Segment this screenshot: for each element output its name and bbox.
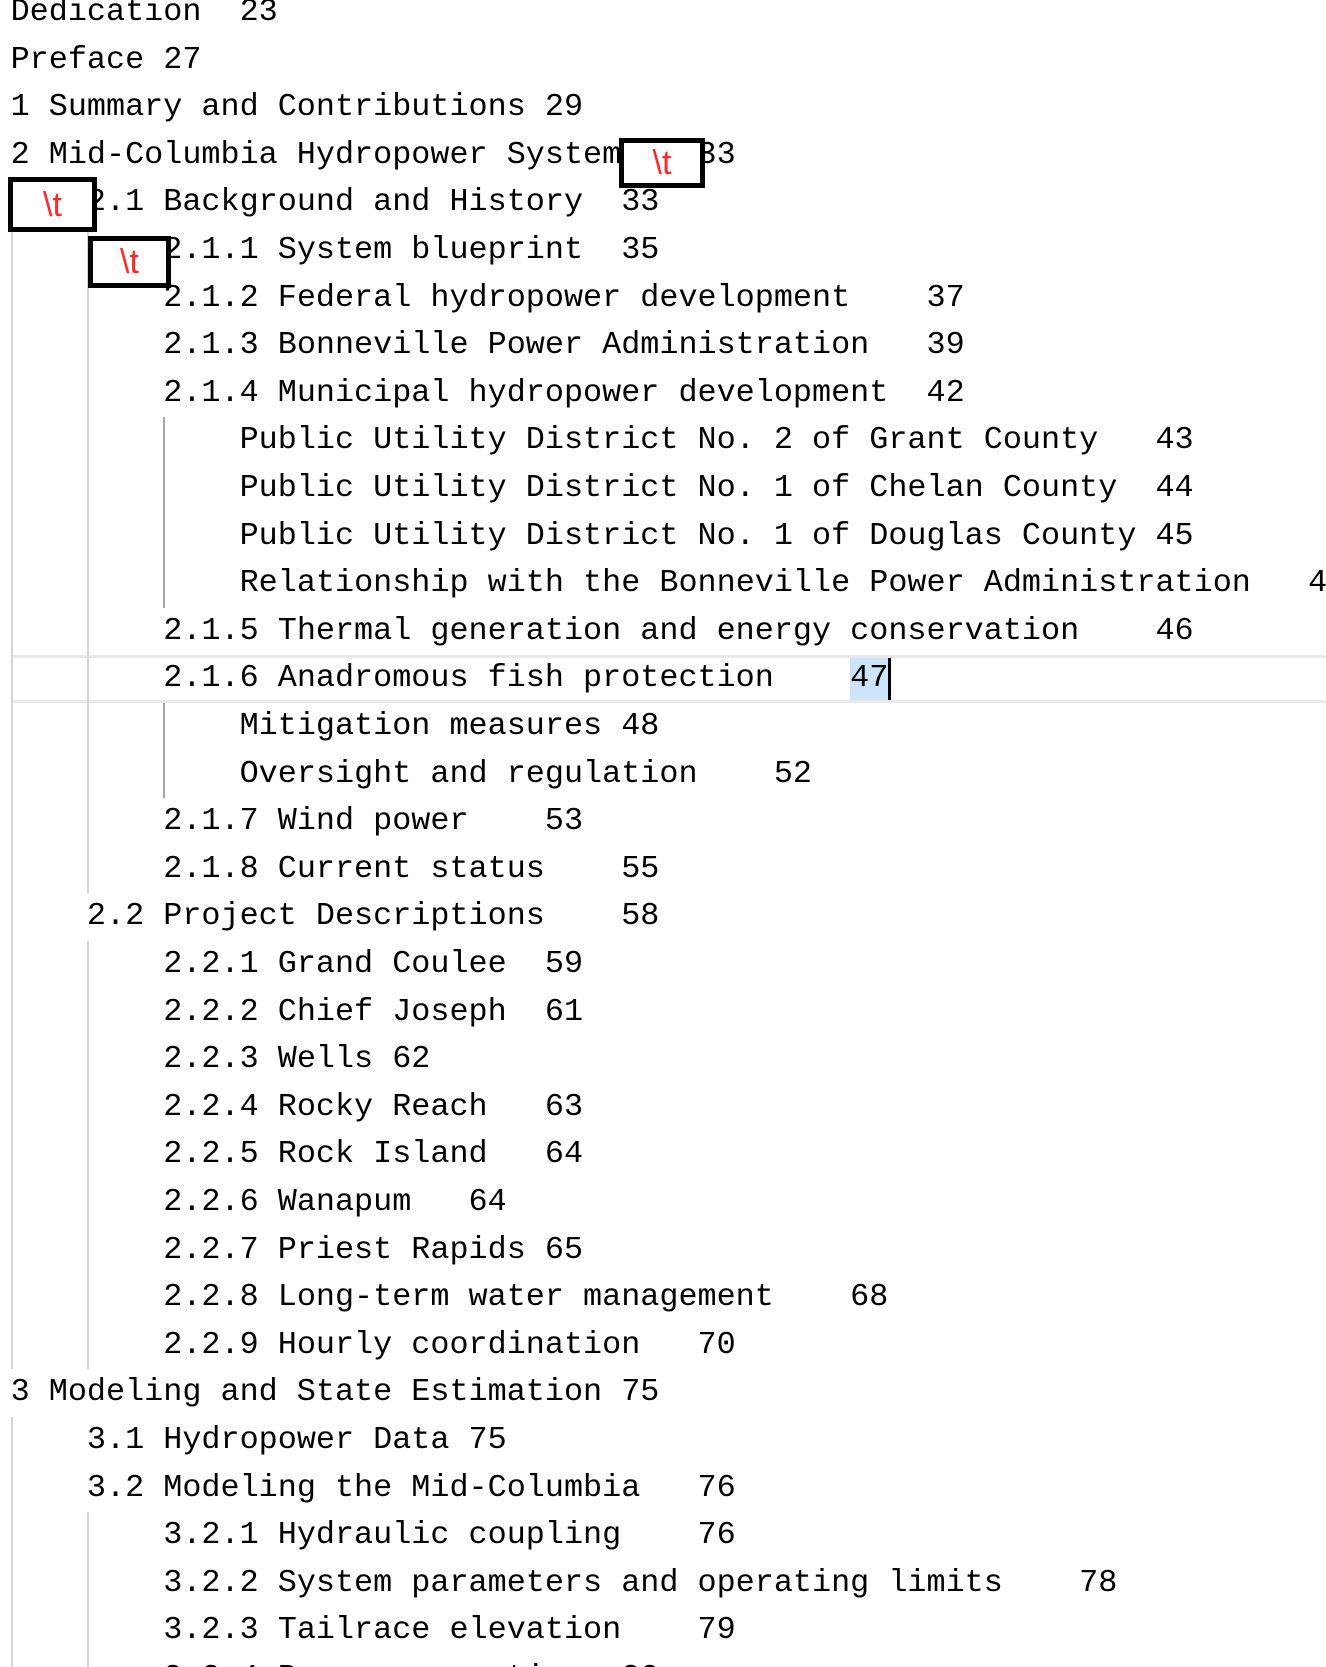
toc-line[interactable]: 2.2.1 Grand Coulee 59 [11, 941, 583, 989]
text-cursor [888, 658, 892, 700]
tab-character-marker: \t [88, 236, 171, 288]
toc-line[interactable]: 2.2.4 Rocky Reach 63 [11, 1084, 583, 1132]
toc-line[interactable]: 2.1.8 Current status 55 [11, 846, 659, 894]
toc-line[interactable]: Public Utility District No. 1 of Chelan … [11, 465, 1194, 513]
toc-line[interactable]: Public Utility District No. 1 of Douglas… [11, 513, 1194, 561]
toc-line[interactable]: Relationship with the Bonneville Power A… [11, 560, 1326, 608]
toc-line[interactable]: 2.1.5 Thermal generation and energy cons… [11, 608, 1193, 656]
text-editor[interactable]: Dedication 23 Preface 27 1 Summary and Con… [0, 0, 1326, 1667]
toc-line[interactable]: 2.1.4 Municipal hydropower development 4… [11, 370, 964, 418]
toc-line[interactable]: Public Utility District No. 2 of Grant C… [11, 417, 1194, 465]
toc-line[interactable]: Dedication 23 [11, 0, 278, 37]
toc-line[interactable]: 2.1.3 Bonneville Power Administration 39 [11, 322, 964, 370]
toc-line[interactable]: Oversight and regulation 52 [11, 751, 812, 799]
toc-line[interactable]: 2.2.2 Chief Joseph 61 [11, 989, 583, 1037]
toc-line[interactable]: 3.2.4 Power generation 80 [11, 1655, 659, 1667]
toc-line[interactable]: 2.2.7 Priest Rapids 65 [11, 1227, 583, 1275]
toc-line[interactable]: 3 Modeling and State Estimation 75 [11, 1369, 660, 1417]
toc-line[interactable]: 3.2 Modeling the Mid-Columbia 76 [11, 1465, 736, 1513]
toc-line[interactable]: 2.1.6 Anadromous fish protection 47 [11, 655, 888, 703]
toc-line[interactable]: Mitigation measures 48 [11, 703, 660, 751]
toc-line[interactable]: 3.2.1 Hydraulic coupling 76 [11, 1512, 735, 1560]
toc-line[interactable]: 2.2 Project Descriptions 58 [11, 893, 659, 941]
toc-line[interactable]: 3.2.3 Tailrace elevation 79 [11, 1607, 735, 1655]
toc-line[interactable]: 3.2.2 System parameters and operating li… [11, 1560, 1117, 1608]
tab-character-marker: \t [619, 138, 705, 188]
toc-line[interactable]: 2.1.7 Wind power 53 [11, 798, 583, 846]
toc-line[interactable]: 2.2.8 Long-term water management 68 [11, 1274, 888, 1322]
tab-character-marker: \t [8, 177, 97, 232]
toc-line[interactable]: Preface 27 [11, 37, 202, 85]
toc-line[interactable]: 2.1 Background and History 33 [11, 179, 659, 227]
toc-line[interactable]: 3.1 Hydropower Data 75 [11, 1417, 507, 1465]
toc-line[interactable]: 1 Summary and Contributions 29 [11, 84, 583, 132]
toc-line[interactable]: 2.2.6 Wanapum 64 [11, 1179, 506, 1227]
toc-line[interactable]: 2.2.9 Hourly coordination 70 [11, 1322, 735, 1370]
toc-line[interactable]: 2.2.3 Wells 62 [11, 1036, 430, 1084]
toc-line[interactable]: 2.2.5 Rock Island 64 [11, 1131, 583, 1179]
